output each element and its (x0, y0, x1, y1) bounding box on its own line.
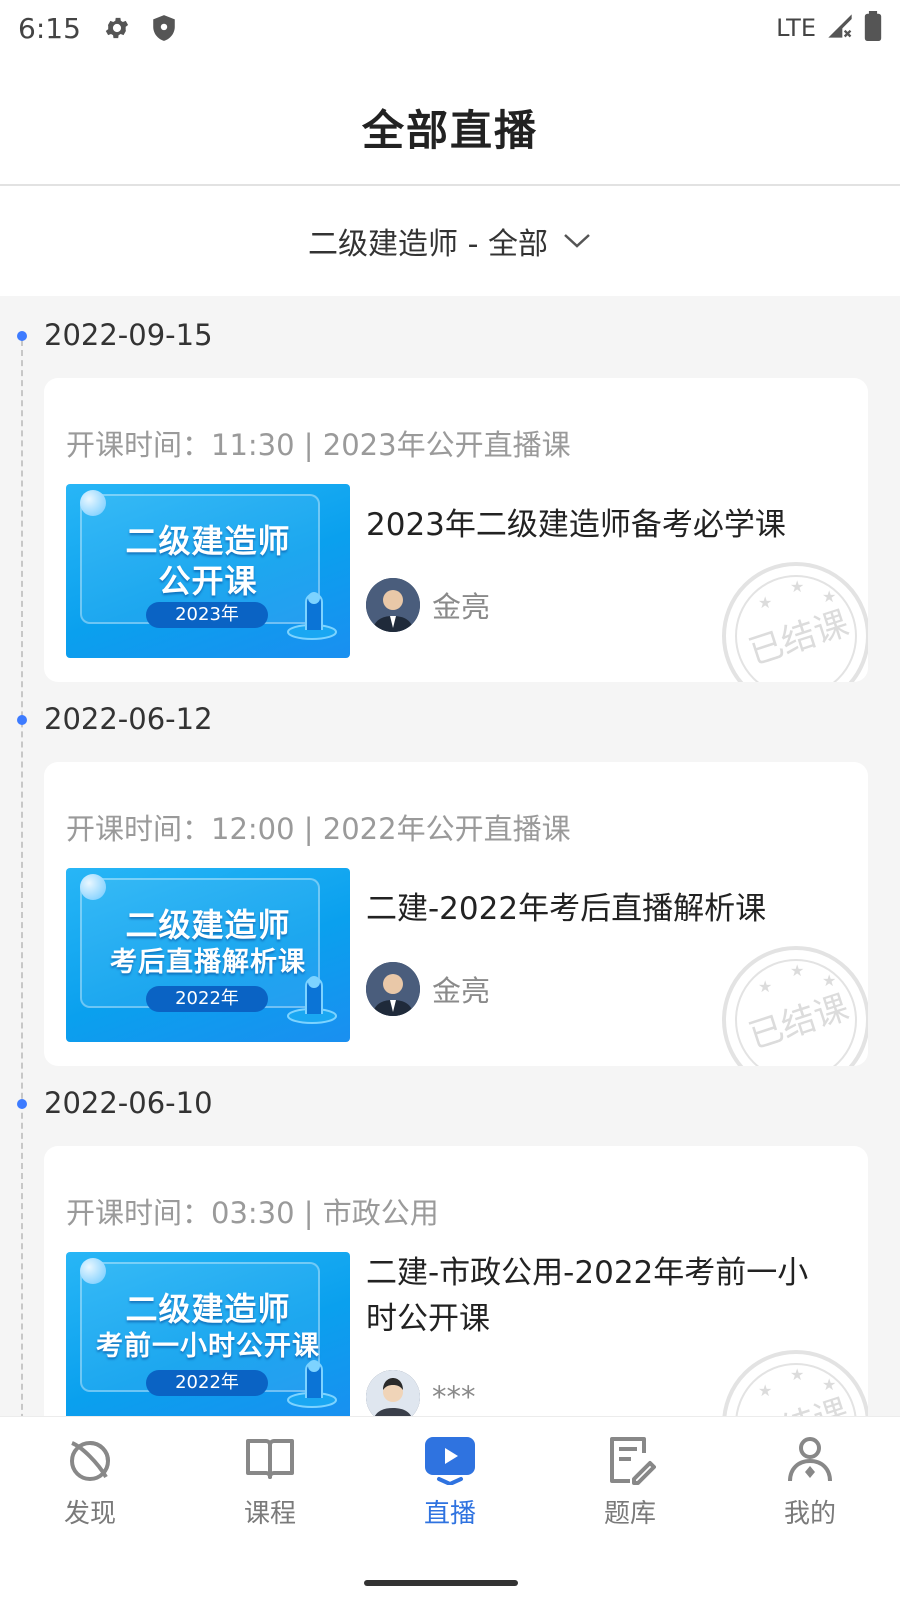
timeline-dot (17, 1099, 27, 1109)
svg-text:★: ★ (822, 587, 836, 606)
nav-label: 题库 (603, 1499, 656, 1529)
profile-icon (782, 1431, 838, 1487)
course-title: 二建-市政公用-2022年考前一小时公开课 (366, 1255, 809, 1337)
teacher-name: *** (432, 1380, 476, 1414)
thumbnail-year: 2022年 (146, 1370, 268, 1396)
stamp-text: 已结课 (744, 603, 853, 673)
nav-courses[interactable]: 课程 (180, 1417, 360, 1536)
avatar (366, 578, 420, 632)
chevron-down-icon (562, 231, 592, 251)
timeline-line (21, 340, 23, 1444)
filter-label: 二级建造师 - 全部 (308, 227, 548, 262)
teacher-name: 金亮 (432, 974, 491, 1008)
teacher-name: 金亮 (432, 590, 491, 624)
discover-icon (62, 1431, 118, 1487)
status-bar: 6:15 LTE (0, 0, 900, 56)
timeline-dot (17, 715, 27, 725)
course-ended-stamp: 已结课 ★ ★ ★ (722, 946, 868, 1066)
exam-icon (602, 1431, 658, 1487)
gear-icon (103, 14, 131, 42)
book-icon (242, 1431, 298, 1487)
nav-profile[interactable]: 我的 (720, 1417, 900, 1536)
live-list[interactable]: 2022-09-15 开课时间：11:30 | 2023年公开直播课 二级建造师… (0, 296, 900, 1444)
course-title: 2023年二级建造师备考必学课 (366, 507, 786, 543)
avatar (366, 962, 420, 1016)
svg-text:★: ★ (822, 1375, 836, 1394)
gesture-bar[interactable] (364, 1580, 518, 1586)
stamp-text: 已结课 (744, 987, 853, 1057)
decoration-icon (287, 1360, 337, 1408)
battery-icon (864, 11, 882, 45)
nav-label: 课程 (243, 1499, 296, 1529)
page-title: 全部直播 (361, 105, 538, 155)
signal-icon (826, 12, 854, 44)
nav-label: 发现 (63, 1499, 116, 1529)
course-time: 开课时间：11:30 | 2023年公开直播课 (66, 428, 571, 462)
live-course-card[interactable]: 开课时间：11:30 | 2023年公开直播课 二级建造师 公开课 2023年 … (44, 378, 868, 682)
live-course-card[interactable]: 开课时间：03:30 | 市政公用 二级建造师 考前一小时公开课 2022年 二… (44, 1146, 868, 1444)
date-label: 2022-06-10 (44, 1086, 213, 1120)
nav-live[interactable]: 直播 (360, 1417, 540, 1536)
live-course-card[interactable]: 开课时间：12:00 | 2022年公开直播课 二级建造师 考后直播解析课 20… (44, 762, 868, 1066)
course-thumbnail: 二级建造师 公开课 2023年 (66, 484, 350, 658)
category-filter-dropdown[interactable]: 二级建造师 - 全部 (0, 186, 900, 296)
svg-text:★: ★ (758, 977, 772, 996)
nav-label: 我的 (783, 1499, 836, 1529)
timeline-dot (17, 331, 27, 341)
decoration-icon (287, 592, 337, 640)
nav-question-bank[interactable]: 题库 (540, 1417, 720, 1536)
thumbnail-year: 2022年 (146, 986, 268, 1012)
network-type: LTE (776, 14, 816, 42)
svg-text:★: ★ (758, 593, 772, 612)
decoration-icon (287, 976, 337, 1024)
course-thumbnail: 二级建造师 考前一小时公开课 2022年 (66, 1252, 350, 1426)
bottom-nav: 发现 课程 直播 题库 我的 (0, 1416, 900, 1536)
date-label: 2022-06-12 (44, 702, 213, 736)
svg-text:★: ★ (790, 961, 804, 980)
course-time: 开课时间：12:00 | 2022年公开直播课 (66, 812, 571, 846)
shield-icon (151, 14, 177, 42)
teacher-info: 金亮 (366, 578, 490, 632)
status-time: 6:15 (18, 11, 81, 45)
svg-text:★: ★ (790, 577, 804, 596)
date-label: 2022-09-15 (44, 318, 213, 352)
course-thumbnail: 二级建造师 考后直播解析课 2022年 (66, 868, 350, 1042)
course-time: 开课时间：03:30 | 市政公用 (66, 1196, 439, 1230)
svg-text:★: ★ (758, 1381, 772, 1400)
header: 全部直播 (0, 70, 900, 186)
live-icon (422, 1431, 478, 1487)
nav-discover[interactable]: 发现 (0, 1417, 180, 1536)
svg-text:★: ★ (822, 971, 836, 990)
teacher-info: 金亮 (366, 962, 490, 1016)
course-title: 二建-2022年考后直播解析课 (366, 891, 767, 927)
course-ended-stamp: 已结课 ★ ★ ★ (722, 562, 868, 682)
svg-text:★: ★ (790, 1365, 804, 1384)
thumbnail-year: 2023年 (146, 602, 268, 628)
nav-label: 直播 (423, 1499, 476, 1529)
